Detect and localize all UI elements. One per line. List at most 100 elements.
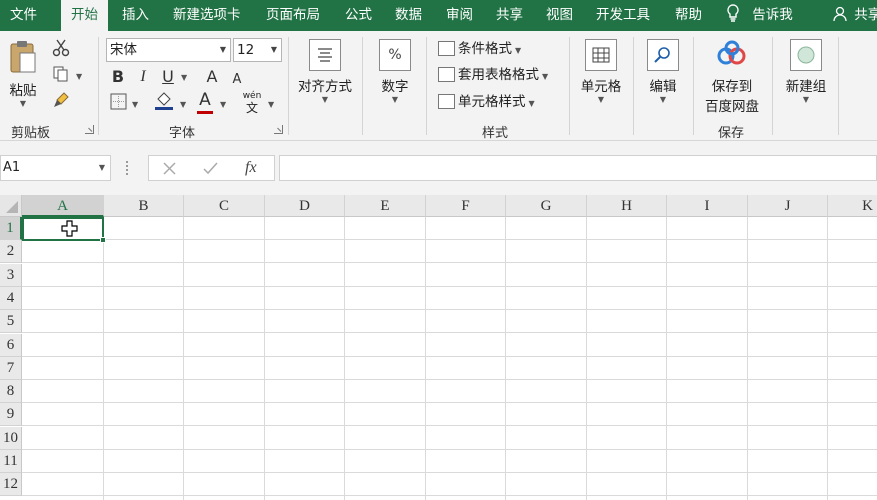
font-size-value: 12 <box>237 42 255 58</box>
worksheet-grid[interactable]: ABCDEFGHIJK 1 2 3 4 5 6 7 8 9 10 11 12 <box>0 195 877 500</box>
format-painter-button[interactable] <box>50 91 72 113</box>
phonetic-button[interactable]: wén 文 <box>241 91 263 114</box>
row-gridline <box>22 402 877 404</box>
row-header-3[interactable]: 3 <box>0 263 22 287</box>
column-header-j[interactable]: J <box>748 195 828 217</box>
font-color-caret[interactable]: ▼ <box>220 100 226 109</box>
magnifier-icon <box>647 39 679 71</box>
cancel-icon[interactable] <box>163 162 176 175</box>
tab-new-tab[interactable]: 新建选项卡 <box>173 0 241 31</box>
row-gridline <box>22 355 877 357</box>
number-format-button[interactable]: % 数字 ▼ <box>372 39 418 105</box>
styles-group-label: 样式 <box>482 126 509 141</box>
tell-me-box[interactable]: 告诉我 <box>726 0 793 31</box>
cells-button[interactable]: 单元格 ▼ <box>577 39 625 105</box>
column-header-c[interactable]: C <box>184 195 265 217</box>
row-header-7[interactable]: 7 <box>0 356 22 380</box>
confirm-icon[interactable] <box>203 162 218 175</box>
column-header-d[interactable]: D <box>265 195 345 217</box>
grow-font-button[interactable]: A <box>201 66 223 88</box>
tab-share[interactable]: 共享 <box>496 0 523 31</box>
tab-data[interactable]: 数据 <box>395 0 422 31</box>
paste-button[interactable]: 粘贴 ▼ <box>4 39 42 109</box>
namebox-resize-handle[interactable] <box>126 161 129 175</box>
select-all-button[interactable] <box>0 195 22 217</box>
row-header-12[interactable]: 12 <box>0 473 22 497</box>
fill-color-caret[interactable]: ▼ <box>180 100 186 109</box>
number-caret: ▼ <box>391 95 399 104</box>
column-header-a[interactable]: A <box>22 195 104 217</box>
row-header-2[interactable]: 2 <box>0 240 22 264</box>
font-color-button[interactable]: A <box>194 89 216 111</box>
column-header-h[interactable]: H <box>587 195 667 217</box>
tab-help[interactable]: 帮助 <box>675 0 702 31</box>
column-header-f[interactable]: F <box>426 195 506 217</box>
font-name-select[interactable]: 宋体 ▼ <box>106 38 231 62</box>
font-size-select[interactable]: 12 ▼ <box>233 38 282 62</box>
separator <box>362 37 363 135</box>
row-header-6[interactable]: 6 <box>0 333 22 357</box>
share-button[interactable]: 共享 <box>833 0 877 31</box>
row-header-8[interactable]: 8 <box>0 380 22 404</box>
save-to-baidu-button[interactable]: 保存到 百度网盘 <box>702 39 762 115</box>
format-as-table-label: 套用表格格式 <box>458 67 539 83</box>
row-header-9[interactable]: 9 <box>0 403 22 427</box>
column-gridline <box>586 217 587 500</box>
tab-home[interactable]: 开始 <box>61 0 108 31</box>
format-as-table-button[interactable]: 套用表格格式 ▼ <box>438 64 548 86</box>
paste-caret: ▼ <box>19 99 27 108</box>
fill-handle[interactable] <box>100 237 106 243</box>
tab-formulas[interactable]: 公式 <box>345 0 372 31</box>
italic-button[interactable]: I <box>132 66 154 88</box>
editing-label: 编辑 <box>649 79 677 95</box>
row-header-10[interactable]: 10 <box>0 426 22 450</box>
borders-caret[interactable]: ▼ <box>132 100 138 109</box>
conditional-formatting-label: 条件格式 <box>458 41 512 57</box>
font-launcher-icon[interactable] <box>274 125 283 134</box>
tab-view[interactable]: 视图 <box>546 0 573 31</box>
font-name-value: 宋体 <box>110 42 137 58</box>
phonetic-caret[interactable]: ▼ <box>268 100 274 109</box>
cell-styles-button[interactable]: 单元格样式 ▼ <box>438 91 535 113</box>
column-header-g[interactable]: G <box>506 195 587 217</box>
row-header-5[interactable]: 5 <box>0 310 22 334</box>
new-group-button[interactable]: 新建组 ▼ <box>782 39 830 105</box>
tab-file[interactable]: 文件 <box>10 0 37 31</box>
insert-function-button[interactable]: fx <box>245 159 257 177</box>
row-header-4[interactable]: 4 <box>0 286 22 310</box>
separator <box>772 37 773 135</box>
row-gridline <box>22 425 877 427</box>
tab-insert[interactable]: 插入 <box>122 0 149 31</box>
row-header-1[interactable]: 1 <box>0 217 22 240</box>
tell-me-label: 告诉我 <box>752 7 793 23</box>
column-header-e[interactable]: E <box>345 195 426 217</box>
paste-label: 粘贴 <box>9 83 37 99</box>
bold-button[interactable]: B <box>107 66 129 88</box>
editing-button[interactable]: 编辑 ▼ <box>643 39 683 105</box>
column-header-i[interactable]: I <box>667 195 748 217</box>
underline-caret[interactable]: ▼ <box>181 73 187 82</box>
cut-button[interactable] <box>50 39 72 61</box>
tab-review[interactable]: 审阅 <box>446 0 473 31</box>
chevron-down-icon: ▼ <box>98 163 105 172</box>
tab-page-layout[interactable]: 页面布局 <box>266 0 320 31</box>
tab-developer[interactable]: 开发工具 <box>596 0 650 31</box>
column-header-k[interactable]: K <box>828 195 877 217</box>
name-box[interactable]: A1 ▼ <box>0 155 111 181</box>
save-line2: 百度网盘 <box>705 99 759 115</box>
alignment-label: 对齐方式 <box>298 79 352 95</box>
underline-button[interactable]: U <box>157 66 179 88</box>
borders-button[interactable] <box>107 93 129 115</box>
column-gridline <box>747 217 748 500</box>
alignment-button[interactable]: 对齐方式 ▼ <box>296 39 354 105</box>
row-header-11[interactable]: 11 <box>0 450 22 473</box>
copy-button[interactable] <box>50 65 72 87</box>
conditional-formatting-button[interactable]: 条件格式 ▼ <box>438 38 521 60</box>
cell-styles-label: 单元格样式 <box>458 94 526 110</box>
fill-color-button[interactable] <box>153 91 175 113</box>
clipboard-launcher-icon[interactable] <box>85 125 94 134</box>
copy-caret[interactable]: ▼ <box>76 72 82 81</box>
formula-input[interactable] <box>279 155 877 181</box>
shrink-font-button[interactable]: A <box>226 69 248 91</box>
column-header-b[interactable]: B <box>104 195 184 217</box>
